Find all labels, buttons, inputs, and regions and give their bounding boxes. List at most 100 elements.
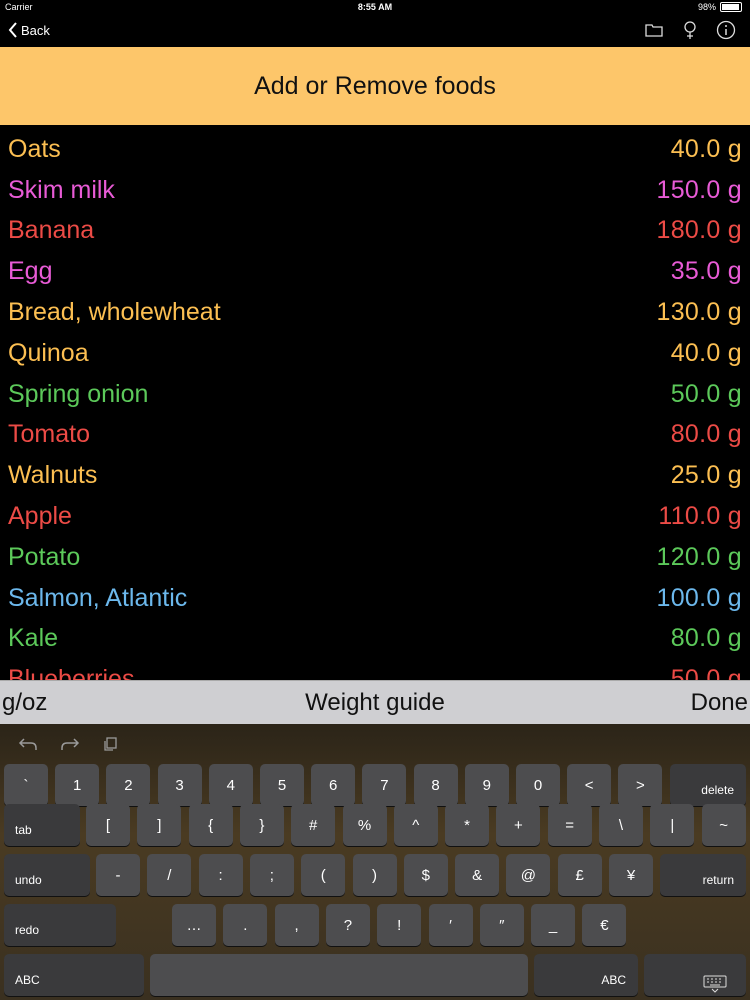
food-weight: 25.0 g bbox=[670, 461, 742, 490]
tab-key[interactable]: tab bbox=[4, 804, 80, 846]
abc-key-right[interactable]: ABC bbox=[534, 954, 638, 996]
food-row[interactable]: Potato 120.0 g bbox=[0, 537, 750, 578]
key-symbol[interactable]: $ bbox=[403, 854, 448, 896]
key-symbol[interactable]: = bbox=[547, 804, 592, 846]
key-symbol[interactable]: ¥ bbox=[609, 854, 653, 896]
food-name: Kale bbox=[8, 624, 59, 653]
key-7[interactable]: 6 bbox=[311, 764, 356, 806]
weight-guide-button[interactable]: Weight guide bbox=[305, 689, 445, 716]
key-2[interactable]: 1 bbox=[55, 764, 100, 806]
food-weight: 80.0 g bbox=[670, 420, 742, 449]
paste-icon[interactable] bbox=[102, 736, 118, 757]
key-symbol[interactable]: ( bbox=[301, 854, 346, 896]
food-name: Oats bbox=[8, 134, 61, 163]
food-row[interactable]: Spring onion 50.0 g bbox=[0, 374, 750, 415]
key-symbol[interactable]: ) bbox=[352, 854, 397, 896]
key-6[interactable]: 5 bbox=[260, 764, 304, 806]
space-bar[interactable] bbox=[150, 954, 528, 996]
key-12[interactable]: < bbox=[567, 764, 612, 806]
key-symbol[interactable]: ^ bbox=[393, 804, 438, 846]
key-symbol[interactable]: + bbox=[496, 804, 541, 846]
abc-key-left[interactable]: ABC bbox=[4, 954, 144, 996]
key-11[interactable]: 0 bbox=[516, 764, 560, 806]
food-row[interactable]: Quinoa 40.0 g bbox=[0, 333, 750, 374]
key-symbol[interactable]: # bbox=[291, 804, 336, 846]
key-symbol[interactable]: , bbox=[274, 904, 319, 946]
folder-icon[interactable] bbox=[644, 20, 664, 40]
key-symbol[interactable]: * bbox=[445, 804, 490, 846]
key-symbol[interactable]: _ bbox=[531, 904, 576, 946]
key-8[interactable]: 7 bbox=[362, 764, 407, 806]
food-row[interactable]: Tomato 80.0 g bbox=[0, 415, 750, 456]
key-10[interactable]: 9 bbox=[464, 764, 509, 806]
redo-icon[interactable] bbox=[60, 736, 80, 757]
food-row[interactable]: Kale 80.0 g bbox=[0, 619, 750, 660]
key-symbol[interactable]: ~ bbox=[701, 804, 746, 846]
key-symbol[interactable]: ; bbox=[249, 854, 294, 896]
done-button[interactable]: Done bbox=[691, 689, 748, 717]
info-icon[interactable] bbox=[716, 20, 736, 40]
key-4[interactable]: 3 bbox=[157, 764, 202, 806]
undo-key[interactable]: undo bbox=[4, 854, 90, 896]
key-symbol[interactable]: % bbox=[342, 804, 387, 846]
key-symbol[interactable]: ′ bbox=[428, 904, 473, 946]
key-9[interactable]: 8 bbox=[413, 764, 458, 806]
key-symbol[interactable]: - bbox=[96, 854, 140, 896]
header-title: Add or Remove foods bbox=[254, 71, 496, 100]
key-symbol[interactable]: / bbox=[147, 854, 192, 896]
gender-female-icon[interactable] bbox=[680, 20, 700, 40]
return-key[interactable]: return bbox=[660, 854, 746, 896]
key-symbol[interactable]: ! bbox=[377, 904, 422, 946]
key-13[interactable]: > bbox=[618, 764, 663, 806]
hide-keyboard-key[interactable] bbox=[644, 954, 746, 996]
key-1[interactable]: ` bbox=[4, 764, 48, 806]
food-weight: 35.0 g bbox=[670, 257, 742, 286]
key-symbol[interactable]: { bbox=[188, 804, 233, 846]
food-weight: 110.0 g bbox=[658, 502, 742, 531]
keyboard: ` 1 2 3 4 5 6 7 8 9 0 < > delete tab[]{} #% ^ * + = \ | ~ undo -… bbox=[0, 724, 750, 1000]
food-weight: 180.0 g bbox=[656, 216, 742, 245]
food-row[interactable]: Blueberries 50.0 g bbox=[0, 659, 750, 680]
delete-key[interactable]: delete bbox=[670, 764, 746, 806]
add-remove-foods-button[interactable]: Add or Remove foods bbox=[0, 47, 750, 125]
clock: 8:55 AM bbox=[357, 2, 393, 12]
key-symbol[interactable]: £ bbox=[557, 854, 602, 896]
key-symbol[interactable]: @ bbox=[506, 854, 551, 896]
key-symbol[interactable]: | bbox=[650, 804, 695, 846]
key-symbol[interactable]: . bbox=[223, 904, 268, 946]
redo-key[interactable]: redo bbox=[4, 904, 116, 946]
food-weight: 50.0 g bbox=[670, 665, 742, 680]
food-name: Tomato bbox=[8, 420, 90, 449]
food-row[interactable]: Apple 110.0 g bbox=[0, 496, 750, 537]
key-symbol[interactable]: \ bbox=[599, 804, 643, 846]
food-weight: 150.0 g bbox=[656, 175, 742, 204]
key-symbol[interactable]: € bbox=[582, 904, 627, 946]
key-symbol[interactable]: ] bbox=[137, 804, 182, 846]
key-symbol[interactable]: } bbox=[239, 804, 284, 846]
key-symbol[interactable]: : bbox=[198, 854, 243, 896]
food-weight: 40.0 g bbox=[670, 338, 742, 367]
key-3[interactable]: 2 bbox=[106, 764, 151, 806]
food-row[interactable]: Egg 35.0 g bbox=[0, 251, 750, 292]
key-symbol[interactable]: ″ bbox=[479, 904, 524, 946]
food-name: Bread, wholewheat bbox=[8, 298, 221, 327]
key-symbol[interactable]: … bbox=[172, 904, 216, 946]
unit-toggle-button[interactable]: g/oz bbox=[2, 689, 47, 717]
key-symbol[interactable]: [ bbox=[86, 804, 130, 846]
food-row[interactable]: Skim milk 150.0 g bbox=[0, 170, 750, 211]
food-row[interactable]: Salmon, Atlantic 100.0 g bbox=[0, 578, 750, 619]
undo-icon[interactable] bbox=[18, 736, 38, 757]
food-list[interactable]: Oats 40.0 g Skim milk 150.0 g Banana 180.0 g E… bbox=[0, 129, 750, 680]
key-symbol[interactable]: ? bbox=[325, 904, 370, 946]
food-row[interactable]: Banana 180.0 g bbox=[0, 211, 750, 252]
food-row[interactable]: Walnuts 25.0 g bbox=[0, 455, 750, 496]
back-button[interactable]: Back bbox=[8, 22, 50, 38]
food-row[interactable]: Oats 40.0 g bbox=[0, 129, 750, 170]
key-symbol[interactable]: & bbox=[455, 854, 500, 896]
key-5[interactable]: 4 bbox=[208, 764, 253, 806]
battery-icon bbox=[720, 2, 742, 12]
food-name: Egg bbox=[8, 257, 53, 286]
food-weight: 50.0 g bbox=[670, 379, 742, 408]
food-row[interactable]: Bread, wholewheat 130.0 g bbox=[0, 292, 750, 333]
chevron-left-icon bbox=[8, 22, 17, 38]
